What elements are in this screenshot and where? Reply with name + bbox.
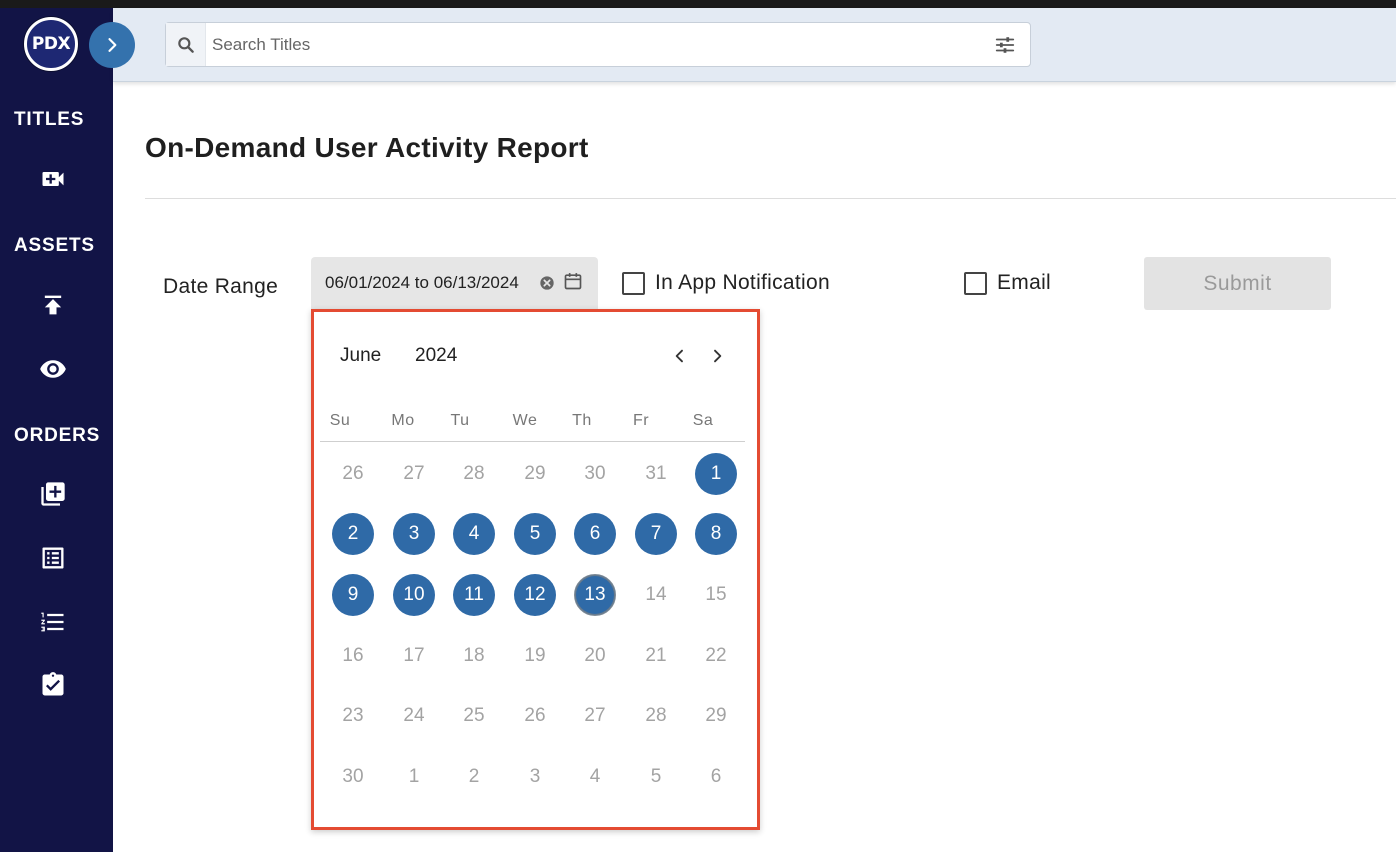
clear-icon[interactable] bbox=[539, 275, 555, 291]
calendar-month[interactable]: June bbox=[340, 345, 381, 367]
calendar-day[interactable]: 1 bbox=[393, 756, 435, 798]
submit-button[interactable]: Submit bbox=[1144, 257, 1331, 310]
calendar-day[interactable]: 6 bbox=[695, 756, 737, 798]
calendar-year[interactable]: 2024 bbox=[415, 345, 457, 367]
filter-settings-icon[interactable] bbox=[994, 34, 1016, 56]
calendar-day[interactable]: 16 bbox=[332, 635, 374, 677]
calendar-day-selected[interactable]: 7 bbox=[635, 513, 677, 555]
weekday-label: Tu bbox=[450, 412, 470, 429]
calendar-day-selected[interactable]: 6 bbox=[574, 513, 616, 555]
calendar-day[interactable]: 27 bbox=[393, 453, 435, 495]
calendar-day[interactable]: 26 bbox=[332, 453, 374, 495]
search-input[interactable] bbox=[212, 33, 972, 57]
in-app-notification-label[interactable]: In App Notification bbox=[655, 271, 830, 295]
format-list-numbered-icon[interactable] bbox=[36, 605, 70, 639]
weekday-label: We bbox=[512, 412, 538, 429]
calendar-day[interactable]: 5 bbox=[635, 756, 677, 798]
calendar-day-selected[interactable]: 10 bbox=[393, 574, 435, 616]
calendar-day[interactable]: 25 bbox=[453, 695, 495, 737]
sidebar-section-titles[interactable]: TITLES bbox=[14, 109, 84, 131]
sidebar: PDX TITLES ASSETS ORDERS bbox=[0, 8, 113, 852]
email-label[interactable]: Email bbox=[997, 271, 1051, 295]
search-icon[interactable] bbox=[166, 23, 206, 66]
date-range-label: Date Range bbox=[163, 275, 279, 298]
date-picker-popup: June 2024 Su Mo Tu We Th Fr Sa 26 27 28 29 3… bbox=[311, 309, 760, 830]
calendar-day[interactable]: 21 bbox=[635, 635, 677, 677]
video-add-icon[interactable] bbox=[36, 162, 70, 196]
sidebar-section-assets[interactable]: ASSETS bbox=[14, 235, 95, 257]
calendar-day[interactable]: 28 bbox=[635, 695, 677, 737]
calendar-day[interactable]: 29 bbox=[695, 695, 737, 737]
chevron-right-icon bbox=[714, 349, 722, 363]
search-bar bbox=[165, 22, 1031, 67]
calendar-day[interactable]: 29 bbox=[514, 453, 556, 495]
in-app-notification-option[interactable]: In App Notification bbox=[622, 271, 830, 295]
calendar-day[interactable]: 30 bbox=[574, 453, 616, 495]
calendar-day-selected[interactable]: 12 bbox=[514, 574, 556, 616]
next-month-button[interactable] bbox=[705, 344, 729, 368]
calendar-day-selected[interactable]: 4 bbox=[453, 513, 495, 555]
calendar-day[interactable]: 26 bbox=[514, 695, 556, 737]
weekday-label: Fr bbox=[632, 412, 650, 429]
calendar-day-selected[interactable]: 5 bbox=[514, 513, 556, 555]
logo[interactable]: PDX bbox=[24, 17, 78, 71]
calendar-day-selected[interactable]: 8 bbox=[695, 513, 737, 555]
calendar-day[interactable]: 15 bbox=[695, 574, 737, 616]
prev-month-button[interactable] bbox=[668, 344, 692, 368]
date-range-value[interactable]: 06/01/2024 to 06/13/2024 bbox=[325, 273, 533, 293]
calendar-day[interactable]: 2 bbox=[453, 756, 495, 798]
calendar-day[interactable]: 20 bbox=[574, 635, 616, 677]
calendar-icon[interactable] bbox=[563, 271, 583, 291]
calendar-day[interactable]: 18 bbox=[453, 635, 495, 677]
sidebar-section-orders[interactable]: ORDERS bbox=[14, 425, 100, 447]
calendar-day[interactable]: 30 bbox=[332, 756, 374, 798]
calendar-day-selected[interactable]: 13 bbox=[574, 574, 616, 616]
assignment-turned-in-icon[interactable] bbox=[36, 668, 70, 702]
calendar-day-selected[interactable]: 2 bbox=[332, 513, 374, 555]
weekday-label: Th bbox=[572, 412, 592, 429]
weekday-label: Sa bbox=[692, 412, 714, 429]
email-checkbox[interactable] bbox=[964, 271, 987, 295]
in-app-notification-checkbox[interactable] bbox=[622, 271, 645, 295]
calendar-day[interactable]: 4 bbox=[574, 756, 616, 798]
page-title: On-Demand User Activity Report bbox=[145, 132, 589, 163]
calendar-day-selected[interactable]: 9 bbox=[332, 574, 374, 616]
weekday-label: Su bbox=[329, 412, 351, 429]
eye-icon[interactable] bbox=[36, 352, 70, 386]
calendar-day[interactable]: 31 bbox=[635, 453, 677, 495]
chevron-left-icon bbox=[675, 349, 683, 363]
calendar-day-selected[interactable]: 1 bbox=[695, 453, 737, 495]
calendar-day[interactable]: 27 bbox=[574, 695, 616, 737]
upload-icon[interactable] bbox=[36, 288, 70, 322]
window-top-strip bbox=[0, 0, 1396, 8]
calendar-day[interactable]: 19 bbox=[514, 635, 556, 677]
calendar-day[interactable]: 3 bbox=[514, 756, 556, 798]
date-range-field[interactable]: 06/01/2024 to 06/13/2024 bbox=[311, 257, 598, 309]
calendar-day[interactable]: 24 bbox=[393, 695, 435, 737]
list-alt-icon[interactable] bbox=[36, 541, 70, 575]
calendar-day[interactable]: 28 bbox=[453, 453, 495, 495]
calendar-day[interactable]: 23 bbox=[332, 695, 374, 737]
calendar-day[interactable]: 14 bbox=[635, 574, 677, 616]
calendar-day-selected[interactable]: 3 bbox=[393, 513, 435, 555]
weekday-label: Mo bbox=[391, 412, 415, 429]
library-add-icon[interactable] bbox=[36, 477, 70, 511]
calendar-day[interactable]: 22 bbox=[695, 635, 737, 677]
top-bar bbox=[113, 8, 1396, 82]
calendar-day[interactable]: 17 bbox=[393, 635, 435, 677]
email-option[interactable]: Email bbox=[964, 271, 1051, 295]
chevron-right-icon bbox=[108, 38, 117, 52]
title-divider bbox=[145, 198, 1396, 199]
sidebar-expand-button[interactable] bbox=[89, 22, 135, 68]
calendar-day-selected[interactable]: 11 bbox=[453, 574, 495, 616]
weekday-header: Su Mo Tu We Th Fr Sa bbox=[320, 412, 745, 442]
